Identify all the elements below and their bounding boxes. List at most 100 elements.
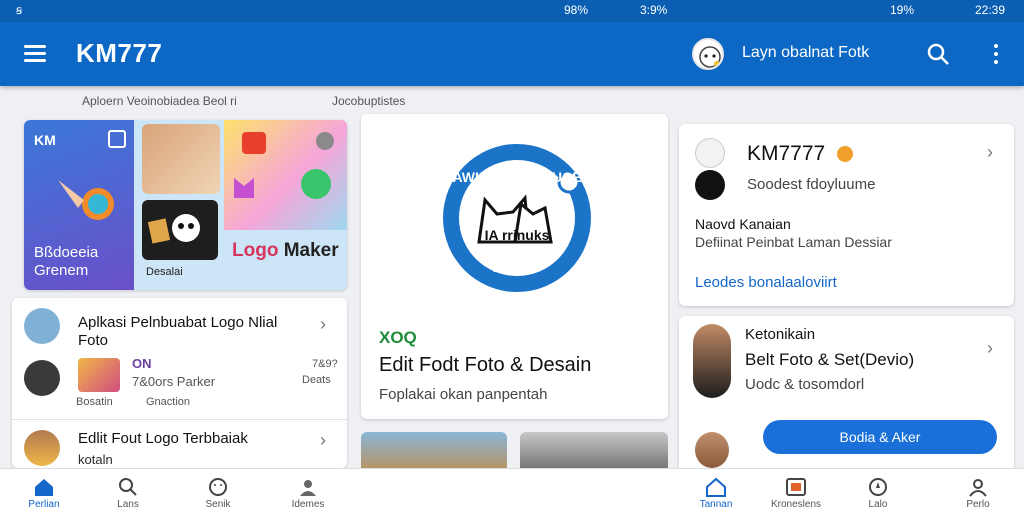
badge-bottom-text: LOGEIT (493, 260, 541, 275)
thumbnail-image (78, 358, 120, 392)
promo-blue-panel: KM Bßdoeeia Grenem (24, 120, 134, 290)
promo-brand: KM (34, 132, 56, 148)
nav-emoji[interactable]: Senik (178, 469, 258, 512)
profile-link[interactable]: Leodes bonalaaloviirt (695, 274, 837, 291)
user-icon (300, 480, 316, 496)
card-subtitle: Foplakai okan panpentah (379, 386, 548, 403)
list-item-name: ON (132, 356, 152, 371)
panda-icon (147, 214, 200, 244)
nav-profile[interactable]: Perlo (938, 469, 1018, 512)
logo-badge: AWKARI PENBUCE IA rrinuks LOGEIT (443, 144, 591, 292)
home-icon (35, 479, 53, 496)
profile-handle: Soodest fdoyluume (747, 176, 876, 193)
chevron-right-icon[interactable]: › (987, 142, 993, 163)
home-outline-icon (706, 477, 726, 497)
app-bar: KM777 Layn obalnat Fotk (0, 22, 1024, 86)
nav-themes[interactable]: Idemes (268, 469, 348, 512)
app-title: KM777 (76, 38, 163, 68)
nav-label: Tannan (699, 499, 733, 510)
nav-search[interactable]: Lans (88, 469, 168, 512)
list-item[interactable]: Edlit Fout Logo Terbbaiak kotaln › (12, 420, 347, 468)
list-item-title-line2: Foto (78, 332, 109, 349)
nav-label: Lans (117, 499, 139, 510)
profile-avatar[interactable] (695, 138, 725, 168)
logo-maker-suffix: Maker (278, 240, 339, 261)
logo-maker-title: Logo Maker (232, 240, 339, 262)
subline-left: Aploern Veoinobiadea Beol ri (82, 94, 237, 108)
badge-top-text: AWKARI PENBUCE (452, 169, 581, 185)
profile-name: KM7777 (747, 142, 826, 165)
nav-label: Senik (205, 499, 231, 510)
chevron-right-icon[interactable]: › (987, 338, 993, 359)
app-avatar (24, 308, 60, 344)
nav-label: Kroneslens (770, 499, 822, 510)
status-time-right: 22:39 (975, 3, 1006, 17)
creator-avatar[interactable] (693, 324, 731, 398)
list-item[interactable]: ON 7&0ors Parker 7&9? Deats Bosatin Gnac… (12, 356, 347, 416)
list-item-subtitle: 7&0ors Parker (132, 374, 216, 389)
list-item-meta: 7&9? (312, 358, 338, 370)
nav-label: Idemes (291, 499, 325, 510)
more-vert-icon[interactable] (990, 42, 1002, 66)
promo-subtitle: Bßdoeeia Grenem (34, 244, 98, 280)
list-item-subtitle: kotaln (78, 452, 113, 467)
creator-name: Ketonikain (745, 326, 816, 343)
nav-label: Perlo (966, 499, 990, 510)
status-bar: ꞩ 98% 3:9% 19% 22:39 (0, 0, 1024, 22)
nav-home-right[interactable]: Tannan (676, 469, 756, 512)
badge-mid-text: IA rrinuks (485, 227, 550, 243)
nav-home[interactable]: Perlian (4, 469, 84, 512)
smiley-icon (209, 478, 227, 496)
subline-right: Jocobuptistes (332, 94, 406, 108)
status-left: ꞩ (16, 3, 23, 17)
list-item-tag: Bosatin (76, 396, 113, 408)
user-avatar (24, 360, 60, 396)
user-avatar (24, 430, 60, 466)
promo-panda-tile (142, 200, 218, 260)
cat-face-icon (699, 46, 721, 68)
list-item-title: Aplkasi Pelnbuabat Logo Nlial Foto (78, 314, 277, 350)
expand-icon (108, 130, 126, 148)
app-list-card: Aplkasi Pelnbuabat Logo Nlial Foto › ON … (12, 298, 347, 468)
gallery-thumbnail[interactable] (361, 432, 507, 472)
creator-subtitle: Uodc & tosomdorl (745, 376, 865, 393)
chevron-right-icon: › (320, 314, 326, 334)
promo-subtitle-line1: Bßdoeeia (34, 244, 99, 261)
profile-avatar-secondary[interactable] (695, 170, 725, 200)
account-avatar[interactable] (692, 38, 724, 70)
primary-action-button[interactable]: Bodia & Aker (763, 420, 997, 454)
logo-preview-card[interactable]: AWKARI PENBUCE IA rrinuks LOGEIT XOQ Edi… (361, 114, 668, 419)
promo-kids-photo (142, 124, 220, 194)
status-time-center: 3:9% (640, 3, 668, 17)
app-bar-action-text[interactable]: Layn obalnat Fotk (742, 44, 869, 62)
person-icon (969, 479, 987, 497)
logo-maker-prefix: Logo (232, 240, 279, 261)
promo-banner[interactable]: KM Bßdoeeia Grenem Logo Maker Desalai (24, 120, 347, 290)
hand-brush-icon (58, 180, 114, 220)
gallery-thumbnail[interactable] (520, 432, 668, 472)
list-item-tag: Gnaction (146, 396, 191, 408)
profile-heading: Naovd Kanaian (695, 216, 791, 232)
bottom-navigation: Perlian Lans Senik Idemes Tannan Kronesl… (0, 468, 1024, 512)
promo-label: Desalai (146, 266, 183, 278)
nav-explore[interactable]: Lalo (838, 469, 918, 512)
chevron-right-icon: › (320, 430, 326, 450)
status-battery-center: 98% (564, 3, 589, 17)
search-icon[interactable] (926, 42, 950, 66)
hamburger-menu-icon[interactable] (22, 42, 48, 64)
nav-label: Perlian (28, 499, 60, 510)
image-icon (786, 478, 806, 496)
compass-icon (869, 478, 887, 496)
nav-label: Lalo (868, 499, 888, 510)
list-item[interactable]: Aplkasi Pelnbuabat Logo Nlial Foto › (12, 298, 347, 358)
check-icon (316, 132, 334, 150)
card-tag: XOQ (379, 328, 417, 347)
verified-badge-icon (837, 146, 853, 162)
card-title: Edit Fodt Foto & Desain (379, 354, 592, 376)
creator-title: Belt Foto & Set(Devio) (745, 350, 915, 369)
nav-gallery[interactable]: Kroneslens (756, 469, 836, 512)
profile-card: KM7777 Soodest fdoyluume › Naovd Kanaian… (679, 124, 1014, 306)
creator-card: Ketonikain Belt Foto & Set(Devio) Uodc &… (679, 316, 1014, 472)
list-item-title-line1: Aplkasi Pelnbuabat Logo Nlial (78, 314, 278, 331)
profile-description: Defiinat Peinbat Laman Dessiar (695, 234, 892, 250)
